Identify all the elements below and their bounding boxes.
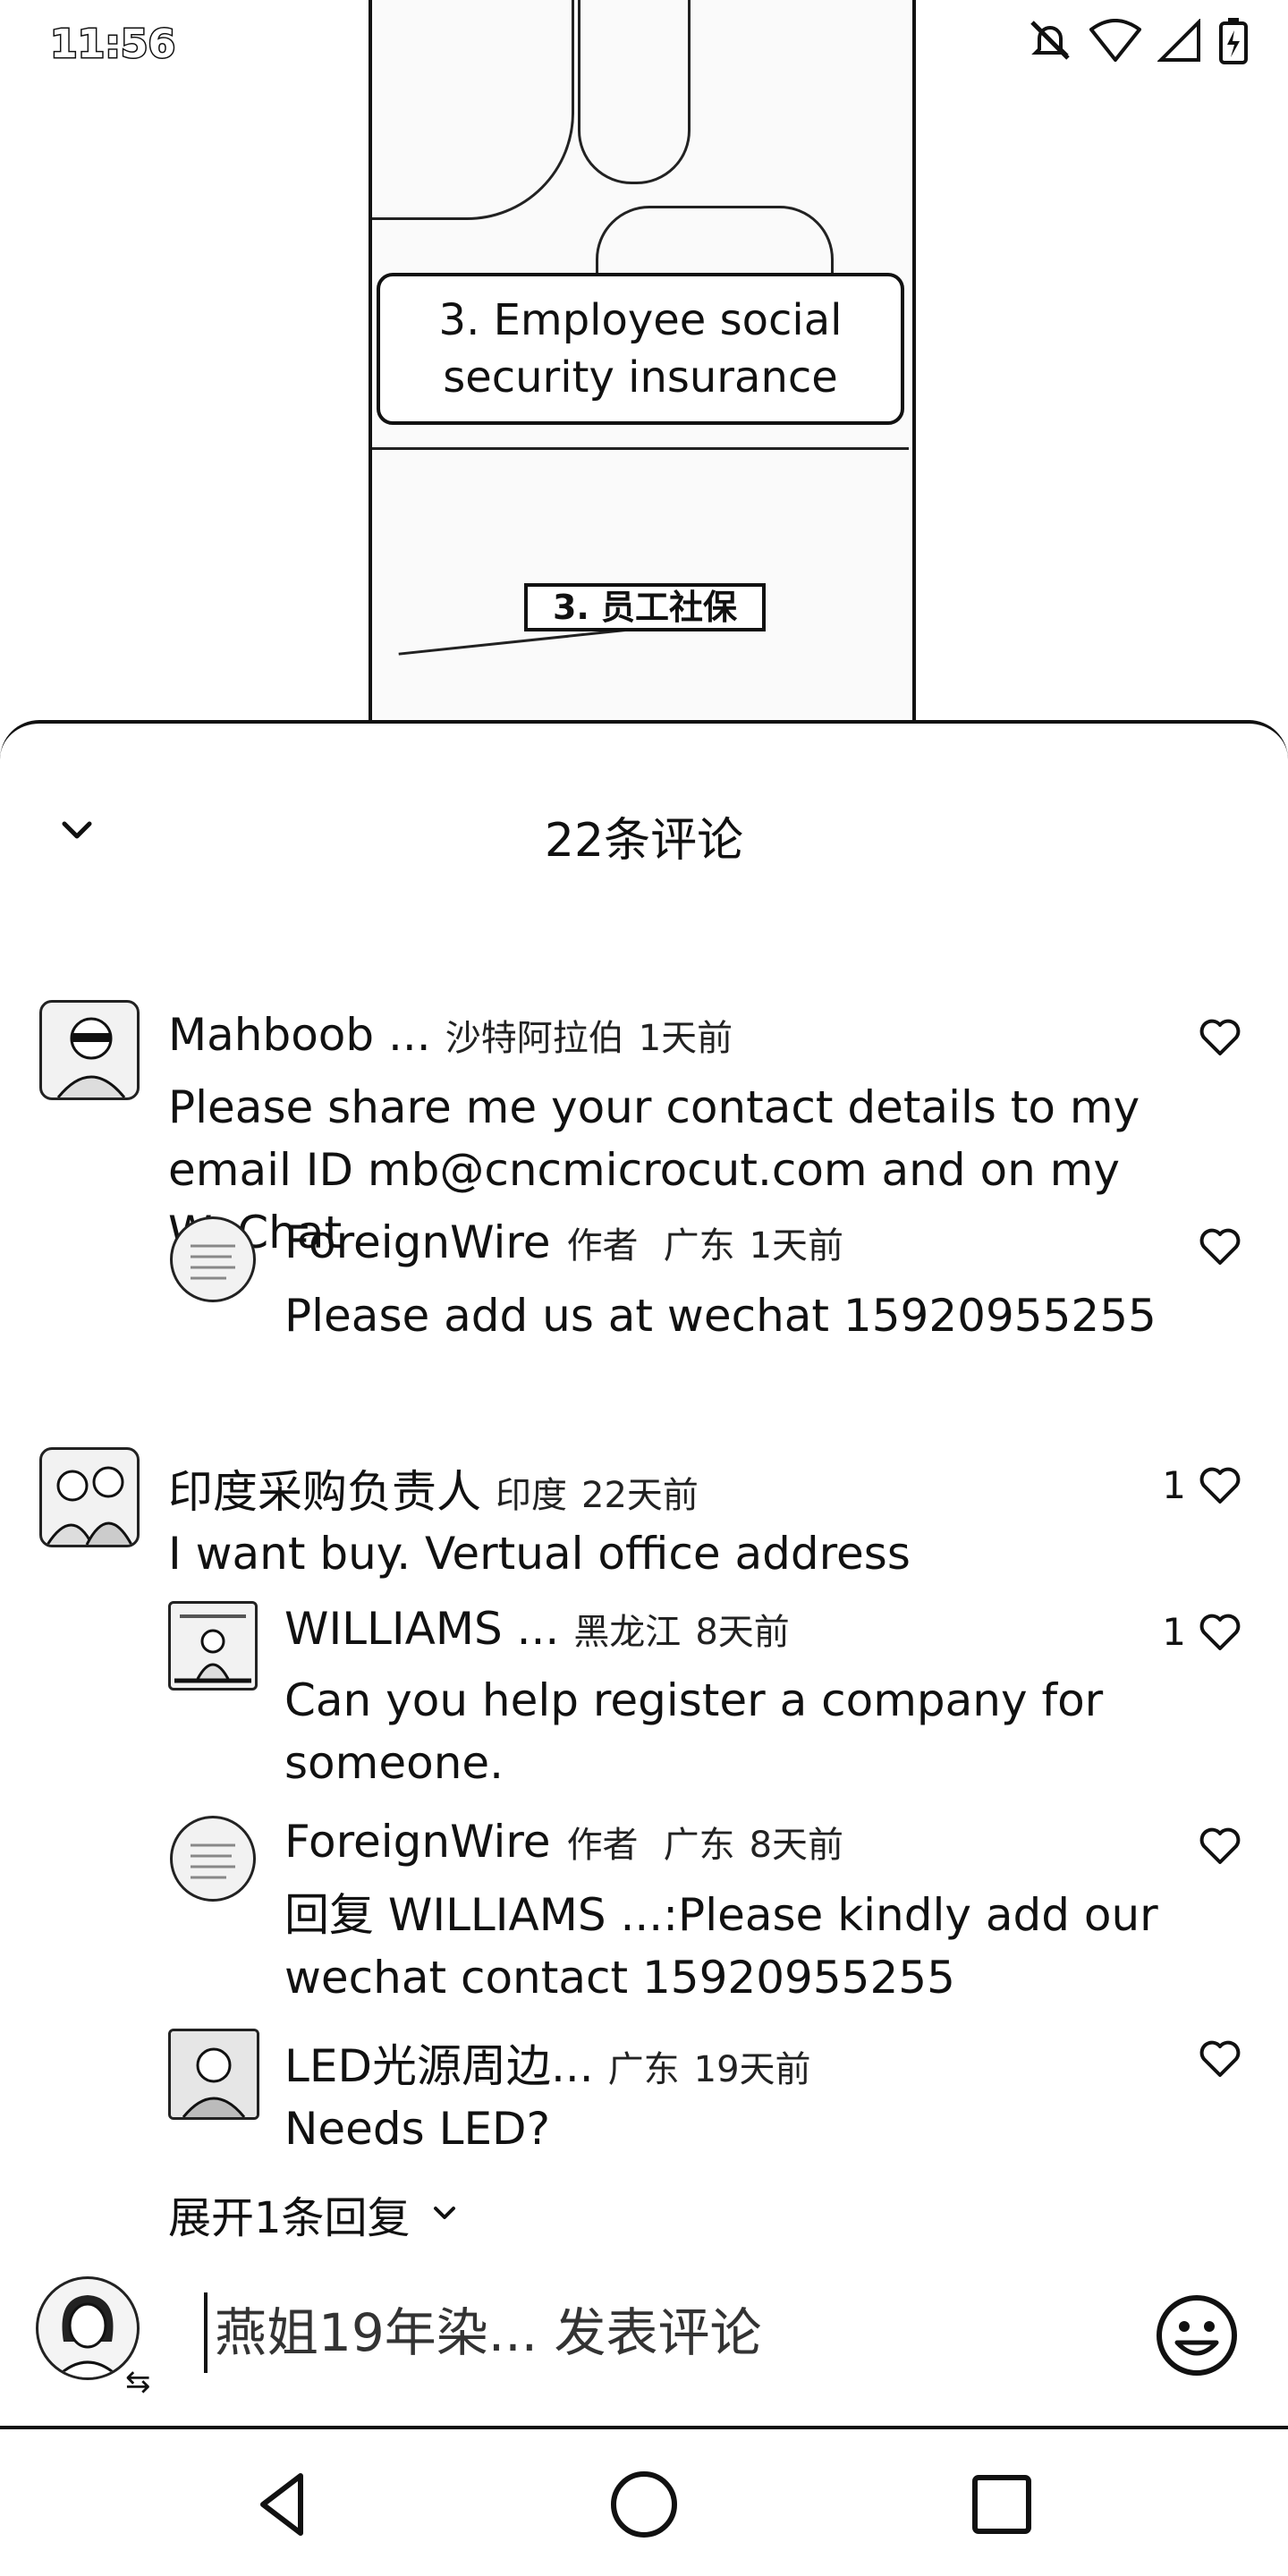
like-button[interactable]: 1: [1162, 1610, 1241, 1654]
comment-author[interactable]: Mahboob ...: [168, 1009, 431, 1061]
comment-text: I want buy. Vertual office address: [168, 1528, 911, 1580]
wifi-icon: [1089, 19, 1141, 62]
heart-icon: [1199, 1827, 1241, 1864]
comment-header: Mahboob ... 沙特阿拉伯 1天前: [168, 1009, 733, 1061]
reply-text: 回复 WILLIAMS ...:Please kindly add our we…: [284, 1889, 1158, 2004]
video-caption-english: 3. Employee social security insurance: [377, 273, 904, 425]
system-nav-bar: [0, 2426, 1288, 2576]
comment-author[interactable]: 印度采购负责人: [168, 1456, 481, 1521]
comment-location: 沙特阿拉伯: [445, 1018, 624, 1059]
sketch-shape: [398, 626, 650, 674]
comment-input[interactable]: 燕姐19年染... 发表评论: [204, 2292, 1109, 2373]
swap-icon[interactable]: ⇆: [125, 2364, 151, 2400]
reply-location: 广东: [663, 1825, 735, 1866]
like-count: 1: [1162, 1463, 1186, 1507]
emoji-icon[interactable]: [1154, 2292, 1240, 2378]
home-icon[interactable]: [606, 2467, 682, 2542]
reply-time: 8天前: [695, 1612, 790, 1653]
comment-location: 印度: [496, 1475, 567, 1516]
comment-count-title: 22条评论: [544, 814, 744, 868]
reply-time: 8天前: [749, 1825, 844, 1866]
heart-icon: [1199, 1467, 1241, 1504]
avatar[interactable]: [39, 1447, 140, 1547]
author-badge: 作者: [566, 1225, 639, 1267]
reply-text: Needs LED?: [284, 2103, 551, 2155]
reply-text: Please add us at wechat 15920955255: [284, 1290, 1157, 1342]
comment-header: 印度采购负责人 印度 22天前: [168, 1456, 699, 1521]
video-player[interactable]: 3. Employee social security insurance 3.…: [0, 0, 1288, 733]
status-icons: [1027, 16, 1249, 64]
reply-time: 19天前: [693, 2049, 811, 2090]
reply-header: ForeignWire 作者 广东 8天前: [284, 1816, 843, 1868]
comment-time: 22天前: [581, 1475, 699, 1516]
like-button[interactable]: [1186, 2039, 1241, 2079]
like-button[interactable]: [1186, 1227, 1241, 1267]
video-caption-chinese: 3. 员工社保: [524, 583, 766, 631]
sheet-header: 22条评论: [0, 795, 1288, 868]
heart-icon: [1199, 1614, 1241, 1650]
like-button[interactable]: [1186, 1826, 1241, 1866]
comment-input-bar: ⇆ 燕姐19年染... 发表评论: [0, 2267, 1288, 2428]
recents-icon[interactable]: [964, 2467, 1039, 2542]
battery-icon: [1218, 16, 1249, 64]
reply-location: 广东: [607, 2049, 680, 2090]
reply-author[interactable]: WILLIAMS ...: [284, 1603, 559, 1655]
reply-header: ForeignWire 作者 广东 1天前: [284, 1216, 843, 1268]
user-avatar[interactable]: [36, 2276, 140, 2380]
like-count: 1: [1162, 1610, 1186, 1654]
video-frame: 3. Employee social security insurance 3.…: [369, 0, 916, 733]
reply-location: 广东: [663, 1225, 735, 1267]
reply-time: 1天前: [749, 1225, 844, 1267]
avatar[interactable]: [168, 1601, 258, 1690]
avatar[interactable]: [168, 2029, 259, 2120]
status-time: 11:56: [48, 21, 176, 69]
expand-replies-button[interactable]: 展开1条回复: [168, 2182, 461, 2245]
heart-icon: [1199, 1228, 1241, 1265]
like-button[interactable]: 1: [1162, 1463, 1241, 1507]
heart-icon: [1199, 2040, 1241, 2077]
reply-location: 黑龙江: [573, 1612, 682, 1653]
author-badge: 作者: [566, 1825, 639, 1866]
expand-replies-label: 展开1条回复: [168, 2193, 411, 2243]
mute-icon: [1027, 17, 1073, 64]
back-icon[interactable]: [247, 2467, 322, 2542]
reply-author[interactable]: ForeignWire: [284, 1216, 551, 1268]
reply-text: Can you help register a company for some…: [284, 1674, 1104, 1789]
reply-header: LED光源周边... 广东 19天前: [284, 2030, 811, 2095]
status-bar: 11:56: [0, 0, 1288, 89]
comment-time: 1天前: [638, 1018, 733, 1059]
signal-icon: [1157, 19, 1202, 62]
reply-header: WILLIAMS ... 黑龙江 8天前: [284, 1603, 790, 1655]
reply-author[interactable]: ForeignWire: [284, 1816, 551, 1868]
reply-author[interactable]: LED光源周边...: [284, 2030, 594, 2095]
avatar[interactable]: [170, 1216, 256, 1302]
sketch-shape: [372, 447, 909, 486]
avatar[interactable]: [170, 1816, 256, 1902]
chevron-down-icon: [433, 2207, 455, 2219]
heart-icon: [1199, 1019, 1241, 1055]
like-button[interactable]: [1186, 1018, 1241, 1057]
avatar[interactable]: [39, 1000, 140, 1100]
